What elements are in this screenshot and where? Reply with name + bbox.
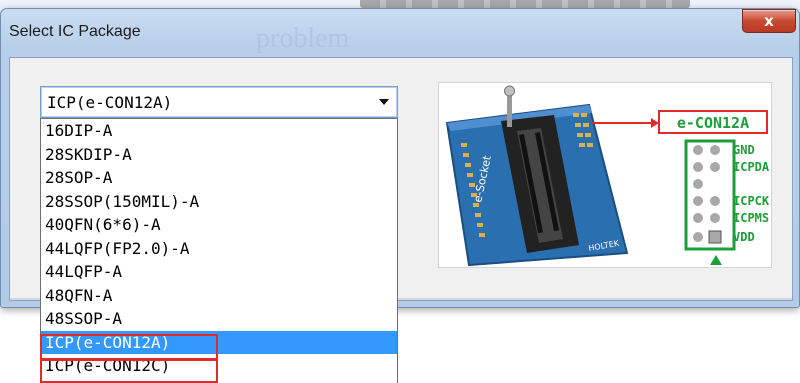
package-image-panel: e-Socket HOLTEK e-CON12A GND ICPDA ICPCK… bbox=[438, 82, 772, 268]
pin1-marker bbox=[710, 255, 722, 265]
list-item[interactable]: 28SKDIP-A bbox=[41, 143, 397, 167]
background-window-title-fragment bbox=[360, 0, 690, 8]
list-item[interactable]: 40QFN(6*6)-A bbox=[41, 213, 397, 237]
pointer-arrow-head bbox=[651, 118, 659, 128]
pin-label-icpck: ICPCK bbox=[733, 194, 770, 208]
pin-label-icpms: ICPMS bbox=[733, 211, 769, 225]
list-item[interactable]: 28SSOP(150MIL)-A bbox=[41, 190, 397, 214]
list-item[interactable]: 48SSOP-A bbox=[41, 307, 397, 331]
title-watermark: problem bbox=[256, 23, 350, 54]
pin-dots bbox=[693, 145, 722, 244]
pin-label-vdd: VDD bbox=[733, 230, 755, 244]
list-item-selected[interactable]: ICP(e-CON12A) bbox=[41, 330, 397, 354]
list-item[interactable]: ICP(e-CON12C) bbox=[41, 354, 397, 378]
connector-label: e-CON12A bbox=[677, 114, 749, 132]
pin-label-icpda: ICPDA bbox=[733, 160, 770, 174]
close-button[interactable]: x bbox=[742, 9, 796, 33]
ic-package-combobox[interactable]: ICP(e-CON12A) bbox=[40, 86, 398, 118]
combobox-selected-value: ICP(e-CON12A) bbox=[47, 92, 173, 112]
pin-label-gnd: GND bbox=[733, 143, 755, 157]
e-con-board-image: e-Socket HOLTEK e-CON12A GND ICPDA ICPCK… bbox=[445, 85, 770, 267]
list-item[interactable]: 44LQFP(FP2.0)-A bbox=[41, 237, 397, 261]
list-item[interactable]: 44LQFP-A bbox=[41, 260, 397, 284]
e-socket-board: e-Socket HOLTEK bbox=[445, 85, 629, 267]
list-item[interactable]: 28SOP-A bbox=[41, 166, 397, 190]
dialog-title: Select IC Package bbox=[9, 23, 141, 40]
list-item[interactable]: 16DIP-A bbox=[41, 119, 397, 143]
ic-package-dropdown-list: 16DIP-A 28SKDIP-A 28SOP-A 28SSOP(150MIL)… bbox=[40, 118, 398, 383]
list-item[interactable]: 48QFN-A bbox=[41, 284, 397, 308]
chevron-down-icon[interactable] bbox=[379, 99, 389, 105]
